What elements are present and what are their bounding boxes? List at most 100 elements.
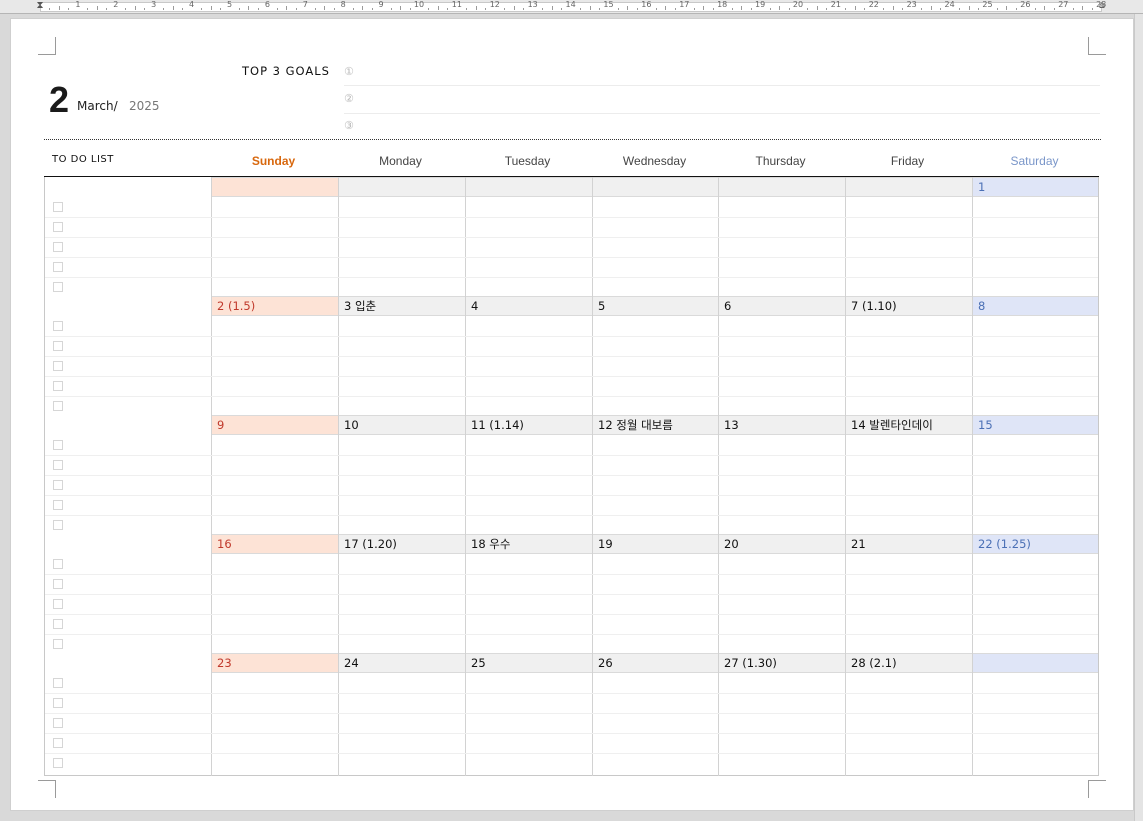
todo-checkbox[interactable] — [53, 639, 63, 649]
todo-checkbox[interactable] — [53, 520, 63, 530]
vertical-scrollbar[interactable] — [1134, 14, 1143, 821]
todo-checkbox[interactable] — [53, 440, 63, 450]
todo-checkbox[interactable] — [53, 381, 63, 391]
day-header-sunday: Sunday — [251, 154, 296, 168]
todo-checkbox[interactable] — [53, 460, 63, 470]
ruler-number: 5 — [226, 0, 233, 9]
date-cell-sunday[interactable]: 23 — [211, 653, 338, 673]
crop-mark-bottom-left — [38, 780, 56, 798]
date-cell-tuesday[interactable] — [465, 177, 592, 197]
goals-title: TOP 3 GOALS — [242, 64, 330, 78]
ruler-tick — [551, 6, 553, 10]
row-line — [45, 574, 1098, 575]
ruler-tick — [333, 8, 335, 10]
document-page: 2 March/ 2025 TOP 3 GOALS ① ② ③ TO DO LI… — [10, 18, 1134, 811]
todo-checkbox[interactable] — [53, 480, 63, 490]
ruler-tick — [125, 8, 127, 10]
date-cell-wednesday[interactable]: 26 — [592, 653, 718, 673]
todo-checkbox[interactable] — [53, 619, 63, 629]
date-cell-saturday[interactable] — [972, 653, 1098, 673]
date-cell-friday[interactable]: 7 (1.10) — [845, 296, 972, 316]
date-cell-thursday[interactable]: 6 — [718, 296, 845, 316]
ruler-tick — [106, 8, 108, 10]
todo-checkbox[interactable] — [53, 678, 63, 688]
ruler-number: 23 — [906, 0, 917, 9]
date-cell-friday[interactable]: 21 — [845, 534, 972, 554]
ruler-number: 4 — [189, 0, 195, 9]
date-cell-tuesday[interactable]: 4 — [465, 296, 592, 316]
ruler-tick — [864, 8, 866, 10]
ruler-tick — [371, 8, 373, 10]
todo-checkbox[interactable] — [53, 361, 63, 371]
ruler-tick — [940, 8, 942, 10]
goal-line-1[interactable] — [344, 85, 1100, 86]
column-divider — [845, 177, 846, 776]
date-cell-wednesday[interactable]: 12 정월 대보름 — [592, 415, 718, 435]
date-cell-tuesday[interactable]: 18 우수 — [465, 534, 592, 554]
date-cell-monday[interactable] — [338, 177, 465, 197]
goal-mark-3: ③ — [344, 119, 354, 132]
todo-checkbox[interactable] — [53, 599, 63, 609]
date-cell-thursday[interactable]: 27 (1.30) — [718, 653, 845, 673]
date-cell-thursday[interactable]: 20 — [718, 534, 845, 554]
date-cell-thursday[interactable] — [718, 177, 845, 197]
ruler-tick — [504, 8, 506, 10]
ruler-number: 12 — [489, 0, 500, 9]
date-cell-saturday[interactable]: 8 — [972, 296, 1098, 316]
ruler-number: 19 — [755, 0, 766, 9]
ruler-tick — [390, 8, 392, 10]
date-cell-friday[interactable] — [845, 177, 972, 197]
date-cell-monday[interactable]: 17 (1.20) — [338, 534, 465, 554]
row-line — [45, 455, 1098, 456]
row-line — [45, 217, 1098, 218]
todo-checkbox[interactable] — [53, 559, 63, 569]
date-cell-wednesday[interactable]: 19 — [592, 534, 718, 554]
date-cell-tuesday[interactable]: 25 — [465, 653, 592, 673]
todo-checkbox[interactable] — [53, 202, 63, 212]
todo-checkbox[interactable] — [53, 500, 63, 510]
date-cell-sunday[interactable]: 2 (1.5) — [211, 296, 338, 316]
date-cell-monday[interactable]: 10 — [338, 415, 465, 435]
todo-checkbox[interactable] — [53, 282, 63, 292]
todo-checkbox[interactable] — [53, 401, 63, 411]
ruler-tick — [561, 8, 563, 10]
date-cell-friday[interactable]: 28 (2.1) — [845, 653, 972, 673]
day-header-wednesday: Wednesday — [622, 154, 687, 168]
date-cell-saturday[interactable]: 15 — [972, 415, 1098, 435]
date-cell-saturday[interactable]: 22 (1.25) — [972, 534, 1098, 554]
todo-checkbox[interactable] — [53, 698, 63, 708]
date-cell-wednesday[interactable] — [592, 177, 718, 197]
date-cell-sunday[interactable]: 16 — [211, 534, 338, 554]
date-cell-sunday[interactable] — [211, 177, 338, 197]
date-cell-thursday[interactable]: 13 — [718, 415, 845, 435]
todo-checkbox[interactable] — [53, 758, 63, 768]
date-cell-monday[interactable]: 3 입춘 — [338, 296, 465, 316]
todo-checkbox[interactable] — [53, 579, 63, 589]
goal-line-2[interactable] — [344, 113, 1100, 114]
date-cell-friday[interactable]: 14 발렌타인데이 — [845, 415, 972, 435]
todo-checkbox[interactable] — [53, 262, 63, 272]
date-cell-sunday[interactable]: 9 — [211, 415, 338, 435]
row-line — [45, 634, 1098, 635]
todo-checkbox[interactable] — [53, 718, 63, 728]
date-cell-monday[interactable]: 24 — [338, 653, 465, 673]
ruler-tick — [826, 8, 828, 10]
date-cell-wednesday[interactable]: 5 — [592, 296, 718, 316]
ruler-tick — [437, 6, 439, 10]
todo-checkbox[interactable] — [53, 321, 63, 331]
row-line — [45, 237, 1098, 238]
todo-checkbox[interactable] — [53, 738, 63, 748]
ruler-tick — [513, 6, 515, 10]
ruler-tick — [845, 8, 847, 10]
ruler-tick — [854, 6, 856, 10]
column-divider — [972, 177, 973, 776]
date-cell-tuesday[interactable]: 11 (1.14) — [465, 415, 592, 435]
row-line — [45, 356, 1098, 357]
date-cell-saturday[interactable]: 1 — [972, 177, 1098, 197]
todo-checkbox[interactable] — [53, 242, 63, 252]
todo-checkbox[interactable] — [53, 341, 63, 351]
todo-checkbox[interactable] — [53, 222, 63, 232]
indent-marker-left[interactable]: ⧗ — [36, 0, 44, 14]
row-line — [45, 693, 1098, 694]
crop-mark-top-left — [38, 37, 56, 55]
